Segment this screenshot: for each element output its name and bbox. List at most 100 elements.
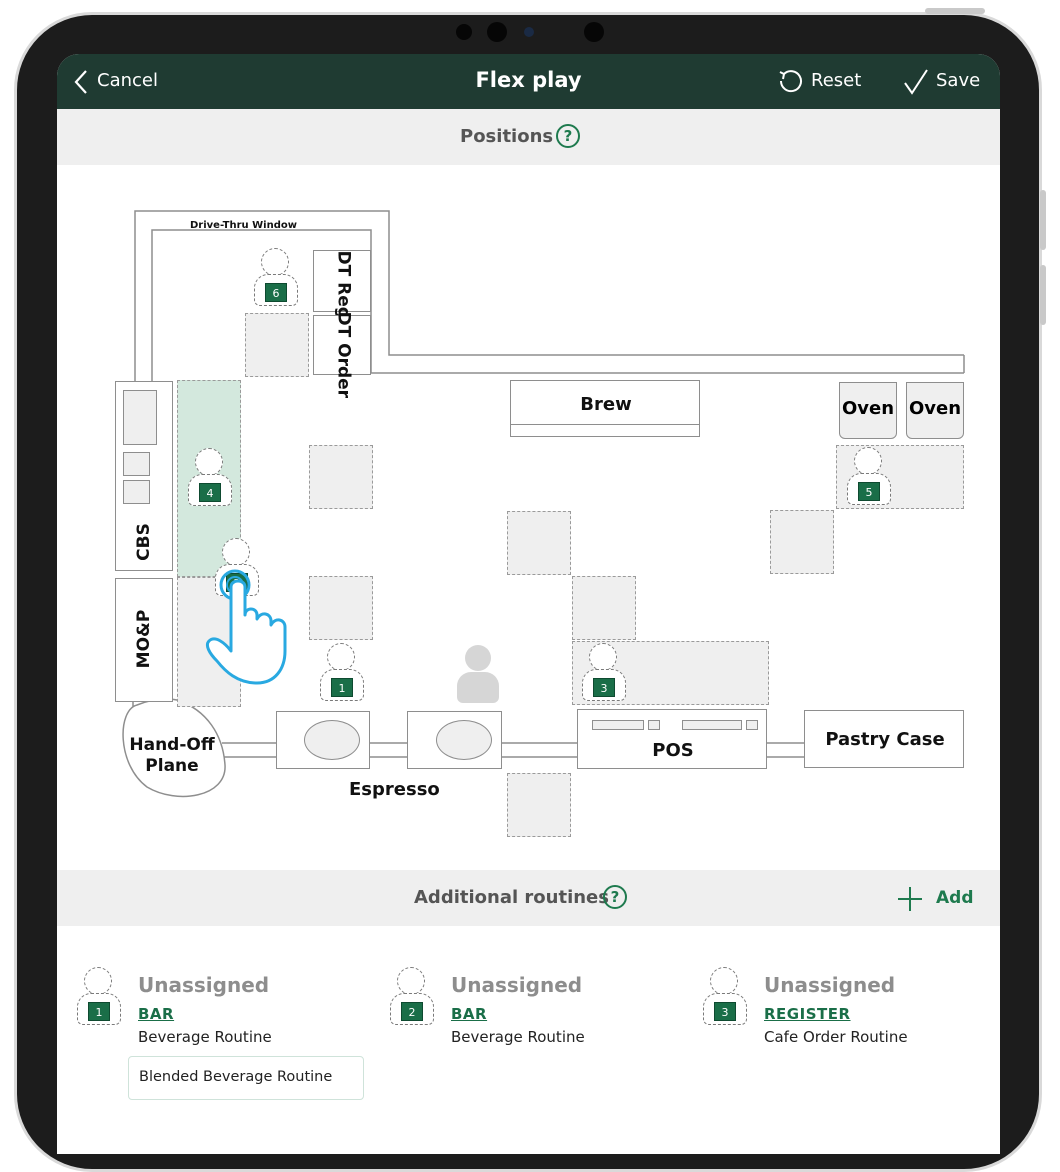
top-nav-bar: Cancel Flex play Reset Save: [57, 54, 1000, 109]
avatar-outline-icon: [261, 248, 289, 276]
dt-order-station[interactable]: DT Order: [313, 312, 371, 398]
pos-station[interactable]: POS: [577, 709, 767, 769]
badge-number: 3: [593, 678, 615, 697]
pos-terminal: [592, 720, 644, 730]
position-badge-6[interactable]: 6: [254, 248, 298, 312]
volume-up-button: [1040, 190, 1046, 250]
apron-badge-icon: 2: [390, 967, 434, 1031]
floor-zone[interactable]: [770, 510, 834, 574]
position-badge-1[interactable]: 1: [320, 643, 364, 707]
positions-title: Positions: [460, 126, 554, 147]
floor-zone[interactable]: [572, 576, 636, 640]
badge-number: 5: [858, 482, 880, 501]
avatar-outline-icon: [327, 643, 355, 671]
save-button[interactable]: Save: [903, 66, 983, 98]
badge-number: 2: [401, 1002, 423, 1021]
routine-item-2[interactable]: 2 Unassigned BAR Beverage Routine: [390, 967, 690, 1067]
brew-label: Brew: [580, 394, 632, 415]
mop-station[interactable]: MO&P: [115, 578, 173, 702]
tap-gesture-hand-icon: [205, 569, 287, 685]
cbs-station[interactable]: CBS: [115, 381, 173, 571]
additional-routines-section-header: Additional routines ? Add: [57, 870, 1000, 926]
floor-zone[interactable]: [245, 313, 309, 377]
dt-reg-label: DT Reg: [333, 250, 354, 319]
apron-badge-icon: 1: [77, 967, 121, 1031]
pos-terminal: [746, 720, 758, 730]
power-button: [925, 8, 985, 14]
floor-zone[interactable]: [507, 773, 571, 837]
floor-zone[interactable]: [309, 576, 373, 640]
avatar-outline-icon: [397, 967, 425, 995]
position-badge-3[interactable]: 3: [582, 643, 626, 707]
positions-section-header: Positions ?: [57, 109, 1000, 165]
floor-zone[interactable]: [309, 445, 373, 509]
avatar-outline-icon: [589, 643, 617, 671]
routine-item-3[interactable]: 3 Unassigned REGISTER Cafe Order Routine: [703, 967, 993, 1067]
camera-lens: [524, 27, 534, 37]
dt-reg-station[interactable]: DT Reg: [313, 250, 371, 319]
avatar-outline-icon: [84, 967, 112, 995]
badge-number: 1: [88, 1002, 110, 1021]
person-placeholder-icon: [457, 645, 499, 705]
badge-number: 1: [331, 678, 353, 697]
reset-button[interactable]: Reset: [777, 66, 867, 98]
pos-label: POS: [652, 740, 694, 761]
drive-thru-window-label: Drive-Thru Window: [190, 220, 297, 231]
espresso-machine-1[interactable]: [276, 711, 370, 769]
save-label: Save: [936, 70, 981, 91]
oven-1[interactable]: Oven: [839, 382, 897, 439]
additional-routines-title: Additional routines: [414, 887, 609, 908]
add-label: Add: [936, 888, 974, 908]
floor-zone[interactable]: [507, 511, 571, 575]
reset-label: Reset: [811, 70, 862, 91]
avatar-outline-icon: [222, 538, 250, 566]
espresso-well: [304, 720, 360, 760]
additional-routines-help-icon[interactable]: ?: [603, 885, 627, 909]
pos-terminal: [648, 720, 660, 730]
brew-shelf: [510, 425, 700, 437]
cbs-label: CBS: [134, 523, 154, 561]
badge-number: 4: [199, 483, 221, 502]
pastry-case[interactable]: Pastry Case: [804, 710, 964, 768]
avatar-outline-icon: [195, 448, 223, 476]
plus-icon: [898, 887, 922, 911]
reset-icon: [779, 70, 802, 93]
oven-2[interactable]: Oven: [906, 382, 964, 439]
add-routine-button[interactable]: Add: [897, 884, 977, 914]
positions-help-icon[interactable]: ?: [556, 124, 580, 148]
avatar-outline-icon: [710, 967, 738, 995]
position-badge-5[interactable]: 5: [847, 447, 891, 511]
espresso-label: Espresso: [349, 779, 440, 800]
sensor-dot: [487, 22, 507, 42]
hand-off-plane-label[interactable]: Hand-Off Plane: [127, 735, 217, 777]
routine-role-link[interactable]: BAR: [451, 1005, 487, 1023]
routine-item-1[interactable]: 1 Unassigned BAR Beverage Routine Blende…: [77, 967, 377, 1107]
cbs-slot: [123, 390, 157, 445]
routine-role-link[interactable]: REGISTER: [764, 1005, 851, 1023]
espresso-machine-2[interactable]: [407, 711, 502, 769]
routine-name: Beverage Routine: [138, 1028, 272, 1046]
sensor-dot: [456, 24, 472, 40]
badge-number: 6: [265, 283, 287, 302]
routine-status: Unassigned: [138, 973, 270, 997]
position-badge-4[interactable]: 4: [188, 448, 232, 512]
volume-down-button: [1040, 265, 1046, 325]
sensor-dot: [584, 22, 604, 42]
mop-label: MO&P: [134, 609, 154, 669]
routine-name: Cafe Order Routine: [764, 1028, 908, 1046]
routine-status: Unassigned: [451, 973, 583, 997]
screen: Cancel Flex play Reset Save Positions ?: [57, 54, 1000, 1154]
cbs-slot: [123, 452, 150, 476]
routine-name: Beverage Routine: [451, 1028, 585, 1046]
avatar-outline-icon: [854, 447, 882, 475]
brew-station[interactable]: Brew: [510, 380, 700, 425]
routine-role-link[interactable]: BAR: [138, 1005, 174, 1023]
floor-plan: Drive-Thru Window DT Reg DT Order Brew O…: [57, 165, 1000, 870]
pastry-case-label: Pastry Case: [825, 729, 945, 750]
blended-beverage-routine-chip[interactable]: Blended Beverage Routine: [128, 1056, 364, 1100]
badge-number: 3: [714, 1002, 736, 1021]
apron-badge-icon: 3: [703, 967, 747, 1031]
pos-terminal: [682, 720, 742, 730]
checkmark-icon: [904, 69, 928, 95]
cbs-slot: [123, 480, 150, 504]
